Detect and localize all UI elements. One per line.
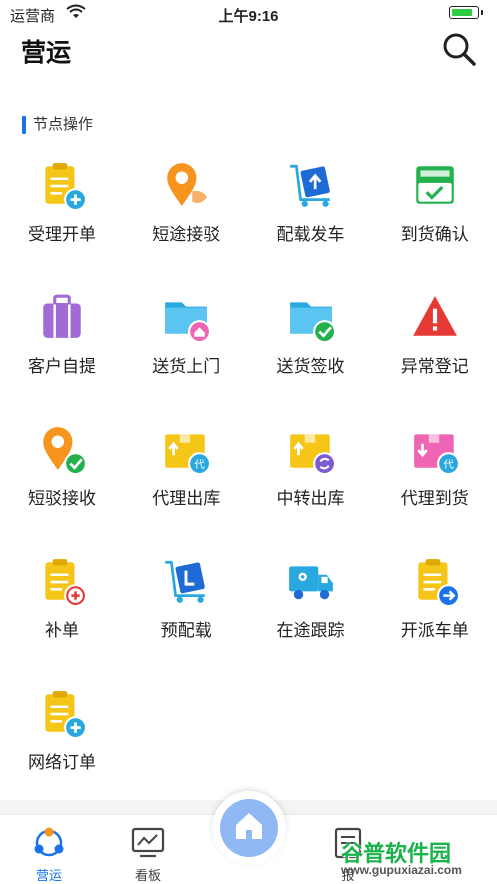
tile-folder-check-6[interactable]: 送货签收 (249, 282, 373, 402)
operations-icon (34, 827, 64, 857)
tile-cart-preload-13[interactable]: 预配载 (124, 546, 248, 666)
tile-label: 短途接驳 (152, 225, 221, 244)
tile-pin-handoff-1[interactable]: 短途接驳 (124, 150, 248, 270)
cart-preload-icon (165, 560, 206, 603)
tile-label: 网络订单 (28, 753, 96, 772)
tile-label: 开派车单 (400, 621, 469, 640)
tile-label: 代理到货 (400, 489, 469, 508)
tile-cart-upload-2[interactable]: 配载发车 (249, 150, 373, 270)
tile-label: 代理出库 (152, 489, 221, 508)
watermark: 谷普软件园 www.gupuxiazai.com (341, 836, 491, 880)
tab-operations[interactable]: 营运 (9, 815, 89, 884)
tile-truck-14[interactable]: 在途跟踪 (249, 546, 373, 666)
box-agent-in-icon: 代 (413, 434, 460, 474)
box-transfer-icon (289, 434, 336, 474)
tile-label: 预配载 (160, 621, 212, 640)
battery-icon (449, 6, 483, 19)
tile-label: 配载发车 (276, 225, 345, 244)
clock-label: 上午9:16 (218, 8, 279, 25)
folder-home-icon (165, 302, 212, 342)
page-title: 营运 (21, 39, 72, 67)
tile-pin-check-8[interactable]: 短驳接收 (0, 414, 124, 534)
tile-box-agent-out-9[interactable]: 代代理出库 (124, 414, 248, 534)
tile-label: 在途跟踪 (276, 621, 345, 640)
tile-suitcase-4[interactable]: 客户自提 (0, 282, 124, 402)
tile-label: 受理开单 (28, 225, 96, 244)
suitcase-icon (43, 294, 81, 338)
dashboard-icon (131, 827, 165, 858)
tile-folder-home-5[interactable]: 送货上门 (124, 282, 248, 402)
home-button[interactable] (212, 791, 286, 865)
home-icon (236, 813, 262, 839)
tile-warning-7[interactable]: 异常登记 (373, 282, 497, 402)
tile-label: 补单 (45, 621, 79, 640)
truck-icon (288, 566, 333, 600)
tab-bar: 营运 看板 报 谷普软件园 www.gupuxiazai.com (0, 791, 497, 884)
tile-box-agent-in-11[interactable]: 代代理到货 (373, 414, 497, 534)
warning-icon (412, 296, 457, 336)
tile-label: 客户自提 (28, 357, 96, 376)
doc-arrow-icon (418, 559, 460, 606)
tab-label: 营运 (35, 868, 62, 883)
cart-upload-icon (289, 164, 330, 207)
tile-box-transfer-10[interactable]: 中转出库 (249, 414, 373, 534)
doc-add-icon (45, 163, 87, 210)
status-bar: 运营商 上午9:16 (0, 0, 497, 28)
tile-label: 送货签收 (276, 357, 345, 376)
pin-handoff-icon (167, 163, 208, 206)
doc-add-icon (45, 691, 87, 738)
svg-text:代: 代 (195, 459, 206, 471)
tab-dashboard[interactable]: 看板 (108, 815, 188, 884)
tile-doc-arrow-15[interactable]: 开派车单 (373, 546, 497, 666)
search-icon[interactable] (441, 31, 477, 67)
tile-doc-add-0[interactable]: 受理开单 (0, 150, 124, 270)
tile-doc-add-16[interactable]: 网络订单 (0, 678, 124, 798)
tile-label: 异常登记 (400, 357, 469, 376)
watermark-url: www.gupuxiazai.com (341, 863, 462, 877)
tile-label: 中转出库 (276, 489, 345, 508)
box-agent-out-icon: 代 (165, 434, 212, 474)
section-title: 节点操作 (22, 115, 93, 135)
tile-label: 送货上门 (152, 357, 221, 376)
svg-text:代: 代 (443, 459, 454, 471)
folder-check-icon (289, 302, 336, 342)
nav-bar: 营运 (0, 28, 497, 72)
tile-label: 短驳接收 (28, 489, 96, 508)
tile-inbox-check-3[interactable]: 到货确认 (373, 150, 497, 270)
doc-plus-icon (45, 559, 87, 606)
tile-label: 到货确认 (400, 225, 469, 244)
pin-check-icon (43, 427, 87, 474)
tile-doc-plus-12[interactable]: 补单 (0, 546, 124, 666)
inbox-check-icon (416, 166, 454, 204)
tab-label: 看板 (134, 868, 161, 883)
